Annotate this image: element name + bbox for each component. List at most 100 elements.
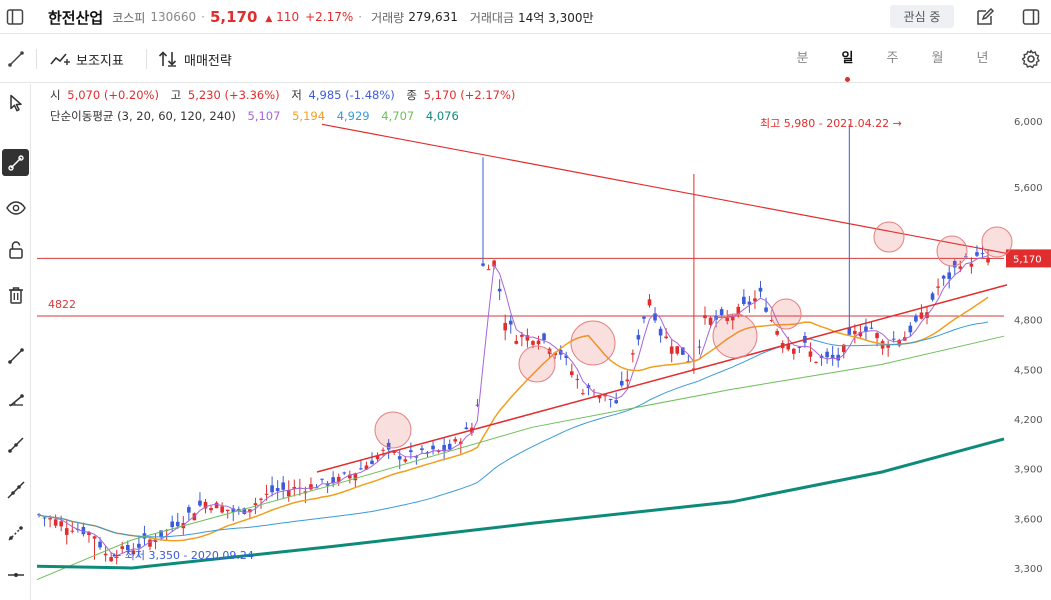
drawing-tools-toggle[interactable] [0, 43, 31, 74]
panel-icon [1022, 9, 1040, 25]
candle-body [503, 322, 507, 331]
delete-tool[interactable] [2, 281, 29, 308]
candle-body [742, 296, 746, 304]
candle-body [914, 315, 918, 322]
unlock-icon [8, 240, 23, 259]
tab-minute[interactable]: 분 [780, 47, 825, 71]
eye-icon [5, 200, 26, 215]
extended-line-tool[interactable] [2, 476, 29, 503]
touch-point-marker[interactable] [374, 411, 412, 449]
ma120-line [36, 335, 1005, 581]
tab-day[interactable]: 일 [825, 47, 870, 82]
separator-dot: · [358, 10, 363, 24]
touch-point-marker[interactable] [518, 345, 556, 383]
buy-sell-arrows-icon [158, 51, 177, 67]
touch-point-marker[interactable] [873, 221, 905, 253]
candle-body [581, 393, 585, 395]
visibility-tool[interactable] [2, 194, 29, 221]
trendline-icon [7, 50, 24, 67]
candle-body [187, 507, 191, 513]
volume-value: 279,631 [408, 10, 458, 24]
candle-body [947, 272, 951, 279]
candle-body [153, 540, 158, 542]
candle-body [281, 482, 285, 490]
candle-body [619, 380, 624, 386]
line-segment-icon [7, 347, 24, 364]
candle-body [447, 443, 452, 450]
lock-tool[interactable] [2, 236, 29, 263]
market-name: 코스피 [112, 10, 146, 25]
separator-dot: · [201, 10, 205, 24]
y-tick-label: 3,900 [1014, 465, 1043, 476]
strategy-label: 매매전략 [184, 53, 232, 69]
candle-body [92, 536, 97, 539]
tab-week[interactable]: 주 [870, 47, 915, 71]
candle-body [520, 334, 524, 337]
cursor-tool[interactable] [2, 89, 29, 116]
touch-point-marker[interactable] [981, 226, 1013, 258]
candle-body [808, 351, 813, 357]
candle-body [980, 253, 985, 255]
candle-body [636, 335, 641, 340]
edit-button[interactable] [970, 2, 1000, 32]
candle-body [958, 266, 963, 269]
touch-point-marker[interactable] [936, 235, 968, 267]
candle-body [647, 299, 652, 306]
trendline-tool[interactable] [2, 149, 29, 176]
touch-point-marker[interactable] [712, 313, 758, 359]
price-change-value: 110 [276, 10, 300, 24]
candle-body [103, 553, 108, 556]
candle-body [175, 521, 180, 527]
candle-body [675, 346, 680, 354]
price-change-percent: +2.17% [305, 10, 354, 24]
line-tool[interactable] [2, 342, 29, 369]
ma60-line [38, 321, 989, 538]
horizontal-line-tool[interactable] [2, 561, 29, 588]
y-tick-label: 3,600 [1014, 514, 1043, 525]
y-tick-label: 5,600 [1014, 183, 1043, 194]
candle-body [170, 521, 174, 528]
chart-canvas[interactable]: 6,0005,6005,2004,8004,5004,2003,9003,600… [32, 84, 1051, 600]
trendline-infinite-icon [7, 154, 24, 171]
touch-point-marker[interactable] [570, 320, 616, 366]
gear-icon [1021, 49, 1040, 69]
candle-body [775, 330, 779, 335]
toolbar-divider [146, 49, 147, 69]
ma3-line [38, 255, 989, 557]
horizontal-line-icon [7, 572, 24, 577]
tab-month[interactable]: 월 [915, 47, 960, 71]
candle-body [869, 327, 874, 329]
candle-body [825, 351, 829, 358]
candle-body [359, 468, 363, 470]
stock-name[interactable]: 한전산업 [48, 7, 103, 28]
y-tick-label: 4,200 [1014, 415, 1043, 426]
angle-line-tool[interactable] [2, 387, 29, 414]
candle-body [719, 309, 724, 316]
price-chart[interactable]: 시 5,070 (+0.20%) 고 5,230 (+3.36%) 저 4,98… [32, 84, 1051, 600]
resistance-trendline[interactable] [321, 123, 1008, 255]
candle-body [542, 333, 546, 341]
ray-tool[interactable] [2, 431, 29, 458]
channel-tool[interactable] [2, 519, 29, 546]
candle-body [908, 325, 913, 333]
candle-body [570, 371, 574, 376]
chart-settings-button[interactable] [1017, 45, 1045, 73]
tab-year[interactable]: 년 [960, 47, 1005, 71]
candle-body [814, 361, 818, 363]
candle-body [137, 543, 141, 548]
candle-body [514, 340, 519, 344]
left-panel-toggle-button[interactable] [0, 2, 30, 32]
candle-body [631, 353, 635, 355]
touch-point-marker[interactable] [770, 298, 802, 330]
support-trendline[interactable] [316, 284, 1008, 473]
indicator-label: 보조지표 [76, 53, 124, 69]
watchlist-button[interactable]: 관심 중 [890, 5, 954, 28]
indicator-button[interactable]: 보조지표 [50, 47, 124, 71]
right-panel-toggle-button[interactable] [1016, 2, 1046, 32]
candle-body [875, 333, 879, 339]
candle-body [642, 316, 646, 319]
toolbar-divider [36, 49, 37, 69]
strategy-button[interactable]: 매매전략 [158, 47, 232, 71]
candle-body [420, 448, 424, 451]
low-annotation: ← 최저 3,350 - 2020.09.24 [112, 549, 254, 562]
